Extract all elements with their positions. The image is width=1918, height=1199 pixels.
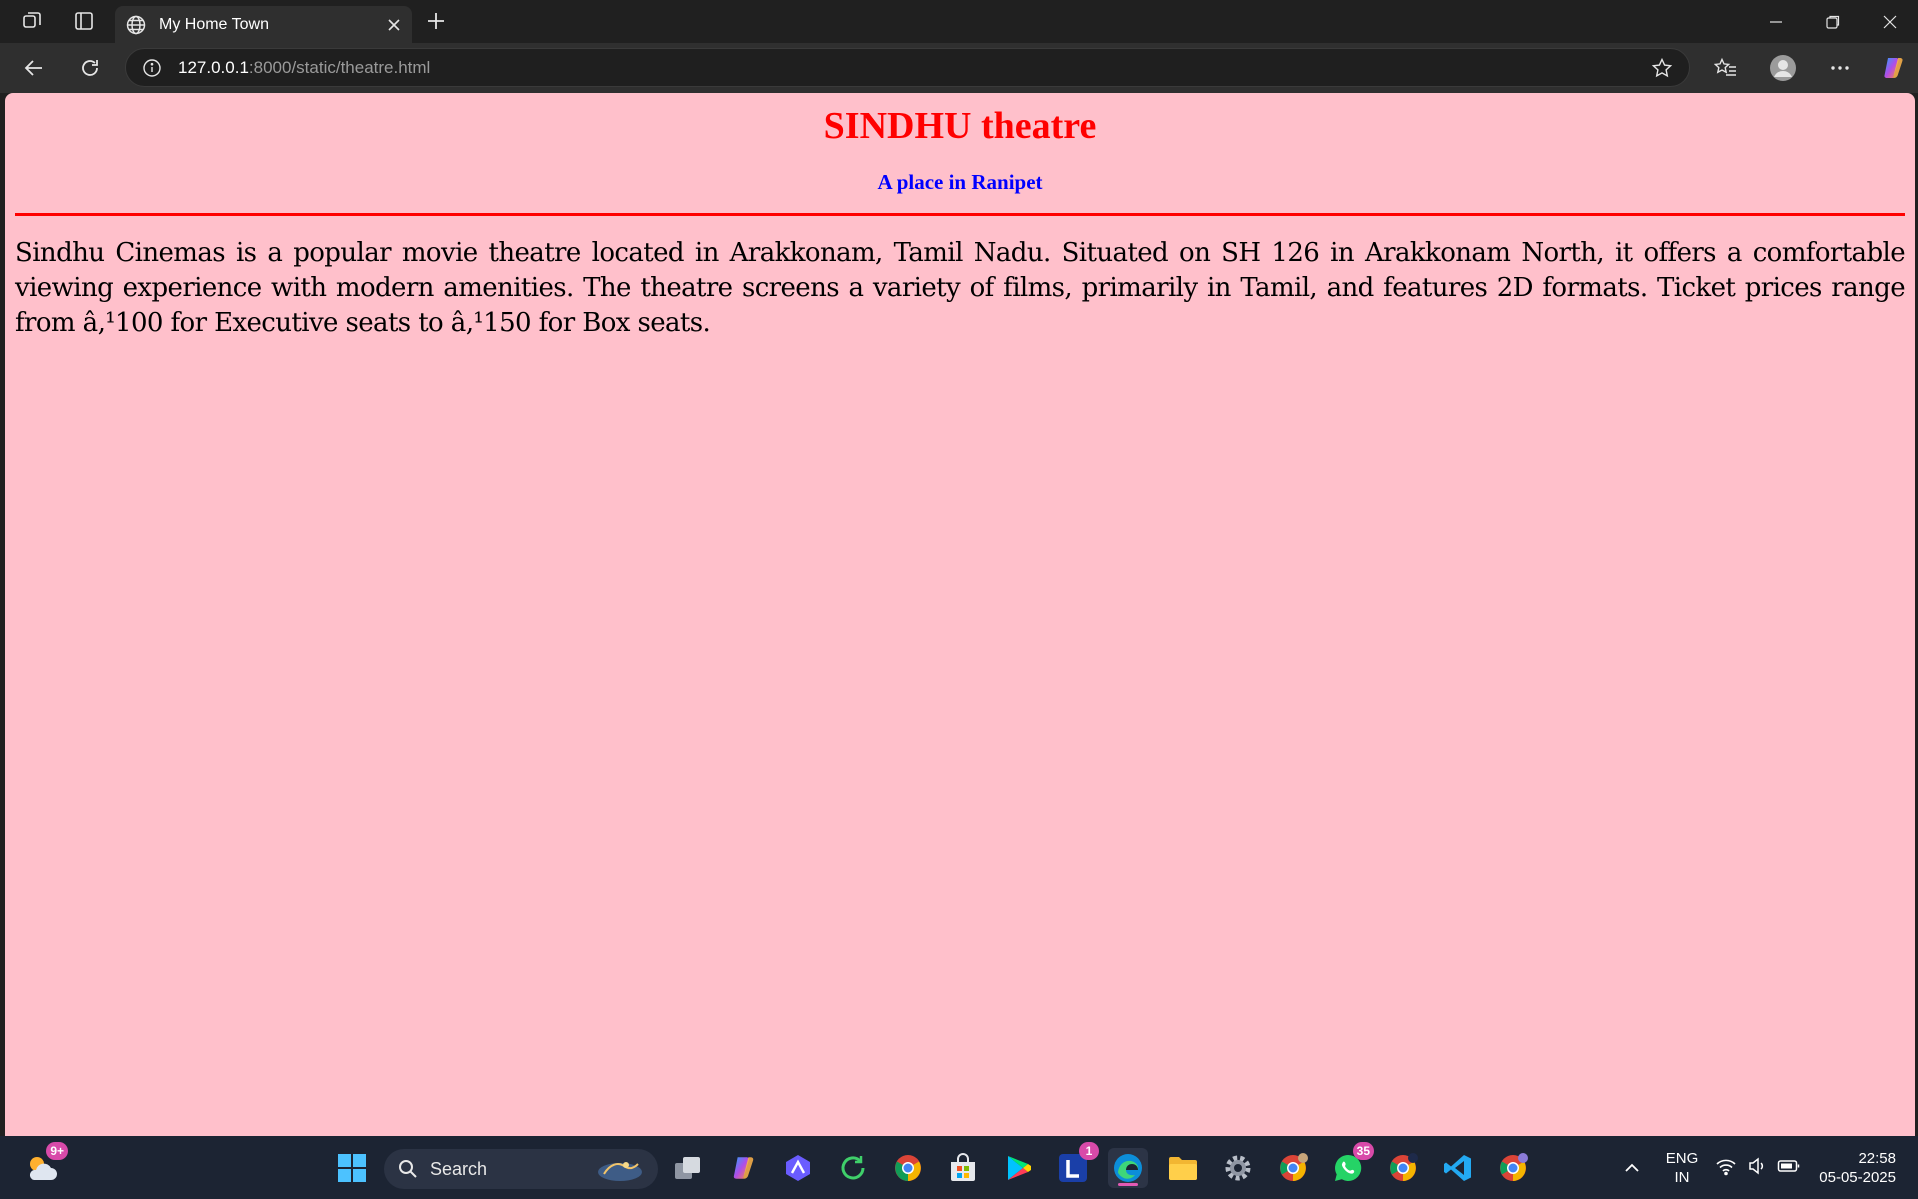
page-viewport: SINDHU theatre A place in Ranipet Sindhu… [5,93,1915,1136]
language-indicator[interactable]: ENG IN [1658,1149,1706,1187]
file-explorer-button[interactable] [1163,1148,1203,1188]
system-status-cluster[interactable] [1715,1156,1801,1176]
browser-tab-active[interactable]: My Home Town [115,6,412,43]
volume-icon [1749,1157,1764,1175]
app-triangle-button[interactable] [778,1148,818,1188]
chevron-up-icon [1625,1163,1639,1172]
sync-circle-icon [841,1156,865,1180]
vscode-button[interactable] [1438,1148,1478,1188]
page-description: Sindhu Cinemas is a popular movie theatr… [15,238,1906,338]
chrome-profile-icon-2 [1390,1153,1418,1181]
chrome-profile-button-2[interactable] [1383,1148,1423,1188]
close-icon [1883,15,1896,28]
favorites-button[interactable] [1706,50,1746,86]
favorites-list-icon [1714,57,1736,76]
back-button[interactable] [14,50,54,86]
whatsapp-button[interactable]: 35 [1328,1142,1374,1188]
more-dots-icon [1831,66,1849,70]
chrome-icon [895,1155,921,1181]
minimize-icon [1769,20,1782,23]
clock-date: 05-05-2025 [1819,1169,1896,1186]
triangle-app-icon [786,1155,810,1181]
region-code: IN [1674,1169,1690,1186]
taskbar-search[interactable]: Search [384,1149,658,1189]
refresh-button[interactable] [70,50,110,86]
search-icon [399,1160,417,1178]
start-button[interactable] [332,1148,372,1188]
language-code: ENG [1665,1150,1699,1167]
page-title: SINDHU theatre [823,105,1097,147]
url-host: 127.0.0.1 [178,57,249,77]
tab-actions-icon [75,12,93,30]
site-info-icon[interactable] [142,58,162,78]
restore-icon [1825,15,1839,29]
windows-logo-icon [338,1154,366,1182]
window-controls [1747,0,1918,43]
weather-widget[interactable]: 9+ [22,1142,68,1188]
chrome-profile-icon [1280,1153,1308,1181]
settings-more-button[interactable] [1820,50,1860,86]
browser-tab-bar: My Home Town [0,0,1918,43]
globe-icon [126,15,146,34]
close-tab-icon[interactable] [386,17,402,33]
copilot-app-icon [733,1157,754,1179]
settings-button[interactable] [1218,1148,1258,1188]
back-arrow-icon [24,60,42,76]
copilot-app-button[interactable] [723,1148,763,1188]
chrome-button[interactable] [888,1148,928,1188]
gear-icon [1225,1155,1251,1181]
folder-icon [1169,1157,1197,1180]
play-store-button[interactable] [998,1148,1038,1188]
copilot-icon [1884,58,1903,78]
clock-time: 22:58 [1858,1150,1896,1167]
plus-icon [428,13,444,29]
l-app-badge: 1 [1079,1142,1099,1160]
task-view-icon [675,1157,700,1179]
vscode-icon [1444,1155,1471,1181]
address-bar[interactable]: 127.0.0.1:8000/static/theatre.html [125,48,1690,87]
browser-toolbar: 127.0.0.1:8000/static/theatre.html [0,43,1918,93]
tab-actions-button[interactable] [64,3,104,39]
refresh-icon [82,60,98,76]
clock[interactable]: 22:58 05-05-2025 [1812,1149,1912,1187]
tab-title: My Home Town [159,15,269,33]
l-app-button[interactable]: 1 [1053,1142,1099,1188]
favorite-star-icon[interactable] [1651,57,1673,79]
wifi-icon [1716,1159,1736,1176]
windows-taskbar: 9+ Search 1 35 ENG IN 22:58 05-05-2025 [0,1136,1918,1199]
chrome-profile-icon-3 [1500,1153,1528,1181]
show-hidden-icons-button[interactable] [1612,1148,1652,1188]
weather-badge: 9+ [46,1142,68,1160]
profile-avatar-icon [1770,55,1796,81]
app-circle-button[interactable] [833,1148,873,1188]
edge-icon [1114,1154,1142,1182]
chrome-profile-button-1[interactable] [1273,1148,1313,1188]
play-icon [1008,1156,1031,1180]
profile-button[interactable] [1763,50,1803,86]
url-path: :8000/static/theatre.html [248,57,431,77]
task-view-button[interactable] [668,1148,708,1188]
page-subtitle: A place in Ranipet [877,170,1043,194]
title-divider [15,213,1905,216]
store-button[interactable] [943,1148,983,1188]
edge-active-indicator [1118,1183,1138,1186]
whatsapp-badge: 35 [1352,1142,1374,1160]
workspaces-button[interactable] [12,3,52,39]
search-highlight-icon [598,1162,642,1181]
edge-button[interactable] [1108,1148,1148,1188]
restore-button[interactable] [1804,0,1861,43]
copilot-button[interactable] [1873,50,1913,86]
search-label: Search [430,1158,488,1179]
new-tab-button[interactable] [416,3,456,39]
close-window-button[interactable] [1861,0,1918,43]
store-icon [951,1153,975,1181]
minimize-button[interactable] [1747,0,1804,43]
workspaces-icon [23,12,41,28]
chrome-profile-button-3[interactable] [1493,1148,1533,1188]
battery-icon [1777,1160,1800,1172]
